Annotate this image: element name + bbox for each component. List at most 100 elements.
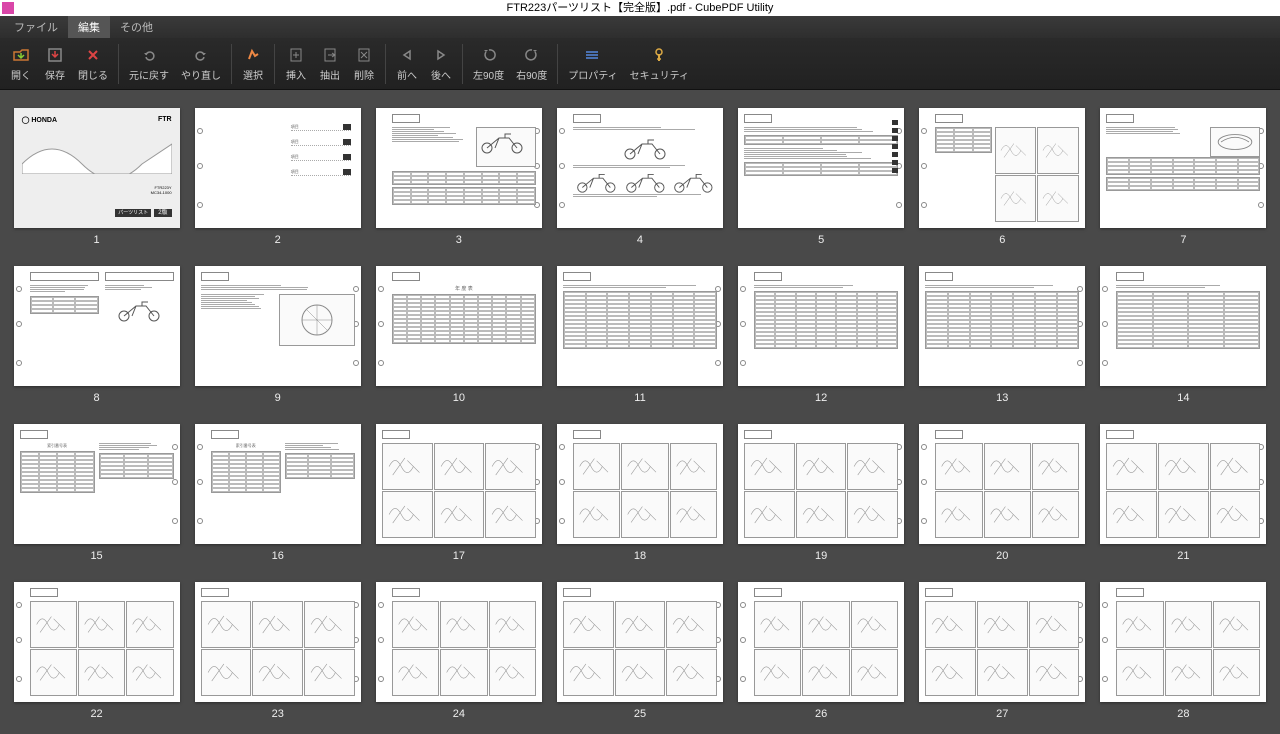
undo-icon [139,45,159,65]
page-thumbnail[interactable] [376,424,542,544]
page-thumbnail[interactable] [1100,266,1266,386]
menu-file[interactable]: ファイル [4,16,68,38]
page-thumbnail[interactable]: 項目項目項目項目 [195,108,361,228]
security-button[interactable]: セキュリティ [624,43,695,84]
page-thumbnail[interactable] [919,424,1085,544]
page-number: 5 [818,234,824,246]
page-number: 23 [272,708,284,720]
page-number: 28 [1177,708,1189,720]
page-thumbnail[interactable]: ◯ HONDAFTR FTR223YMC34-1000 パーツリスト 2版 [14,108,180,228]
menu-other[interactable]: その他 [110,16,163,38]
page-thumbnail[interactable] [376,108,542,228]
rotate-left-icon [479,45,499,65]
menu-bar: ファイル 編集 その他 [0,16,1280,38]
page-thumbnail[interactable]: 年 度 表 [376,266,542,386]
page-thumbnail[interactable] [14,582,180,702]
page-thumbnail[interactable] [738,108,904,228]
thumbnail-cell: 21 [1099,424,1268,562]
redo-button[interactable]: やり直し [175,43,227,84]
back-icon [397,45,417,65]
page-thumbnail[interactable] [919,266,1085,386]
page-thumbnail[interactable] [557,266,723,386]
thumbnail-cell: 項目項目項目項目 2 [193,108,362,246]
insert-button[interactable]: 挿入 [279,43,313,84]
thumbnail-cell: 年 度 表 10 [374,266,543,404]
page-thumbnail[interactable] [919,582,1085,702]
page-number: 18 [634,550,646,562]
undo-button[interactable]: 元に戻す [123,43,175,84]
separator [274,44,275,84]
rotate-right-button[interactable]: 右90度 [510,43,553,84]
thumbnail-cell: 20 [918,424,1087,562]
page-number: 10 [453,392,465,404]
thumbnail-cell: 4 [555,108,724,246]
close-button[interactable]: 閉じる [72,43,114,84]
extract-button[interactable]: 抽出 [313,43,347,84]
page-thumbnail[interactable] [195,582,361,702]
select-icon [243,45,263,65]
page-number: 4 [637,234,643,246]
remove-icon [354,45,374,65]
page-number: 3 [456,234,462,246]
separator [231,44,232,84]
thumbnail-cell: 9 [193,266,362,404]
thumbnail-cell: 28 [1099,582,1268,720]
page-thumbnail[interactable] [14,266,180,386]
page-thumbnail[interactable] [1100,108,1266,228]
save-button[interactable]: 保存 [38,43,72,84]
page-number: 2 [275,234,281,246]
thumbnail-cell: 27 [918,582,1087,720]
open-icon [11,45,31,65]
forward-button[interactable]: 後へ [424,43,458,84]
thumbnail-cell: ◯ HONDAFTR FTR223YMC34-1000 パーツリスト 2版 1 [12,108,181,246]
app-icon [2,2,14,14]
thumbnail-cell: 8 [12,266,181,404]
save-icon [45,45,65,65]
page-thumbnail[interactable] [557,582,723,702]
page-number: 26 [815,708,827,720]
separator [385,44,386,84]
page-number: 15 [90,550,102,562]
page-number: 12 [815,392,827,404]
thumbnail-cell: 11 [555,266,724,404]
page-thumbnail[interactable] [738,266,904,386]
page-thumbnail[interactable] [1100,582,1266,702]
thumbnail-cell: 24 [374,582,543,720]
page-number: 13 [996,392,1008,404]
page-thumbnail[interactable] [376,582,542,702]
select-button[interactable]: 選択 [236,43,270,84]
toolbar: 開く 保存 閉じる 元に戻す やり直し 選択 挿入 抽出 削除 前へ 後へ [0,38,1280,90]
page-thumbnail[interactable] [919,108,1085,228]
remove-button[interactable]: 削除 [347,43,381,84]
page-thumbnail[interactable]: 索引番号表 [14,424,180,544]
page-thumbnail[interactable] [195,266,361,386]
page-number: 6 [999,234,1005,246]
back-button[interactable]: 前へ [390,43,424,84]
close-icon [83,45,103,65]
page-number: 20 [996,550,1008,562]
page-number: 7 [1180,234,1186,246]
thumbnail-cell: 23 [193,582,362,720]
page-number: 25 [634,708,646,720]
page-thumbnail[interactable] [557,108,723,228]
page-thumbnail[interactable] [738,582,904,702]
property-button[interactable]: プロパティ [562,43,623,84]
redo-icon [191,45,211,65]
thumbnail-cell: 22 [12,582,181,720]
open-button[interactable]: 開く [4,43,38,84]
thumbnail-cell: 18 [555,424,724,562]
thumbnail-cell: 12 [737,266,906,404]
page-number: 1 [94,234,100,246]
page-thumbnail[interactable]: 索引番号表 [195,424,361,544]
page-thumbnail[interactable] [1100,424,1266,544]
page-number: 24 [453,708,465,720]
thumbnail-viewport[interactable]: ◯ HONDAFTR FTR223YMC34-1000 パーツリスト 2版 1 … [0,90,1280,734]
page-thumbnail[interactable] [557,424,723,544]
menu-edit[interactable]: 編集 [68,16,110,38]
thumbnail-cell: 5 [737,108,906,246]
rotate-left-button[interactable]: 左90度 [467,43,510,84]
thumbnail-cell: 17 [374,424,543,562]
page-thumbnail[interactable] [738,424,904,544]
page-number: 8 [94,392,100,404]
thumbnail-cell: 25 [555,582,724,720]
